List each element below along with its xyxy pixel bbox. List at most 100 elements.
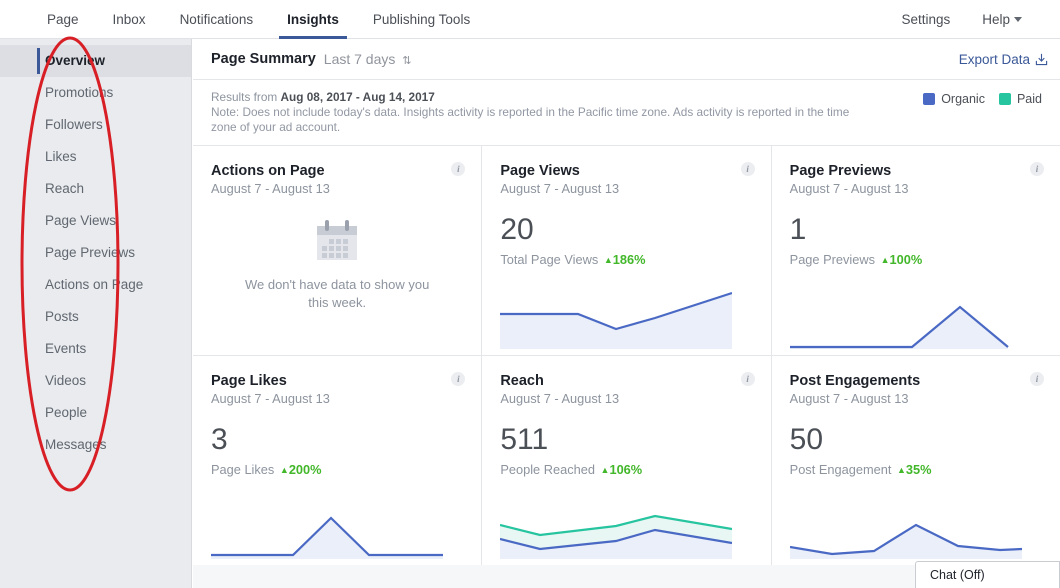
sidebar-item-label: Followers: [45, 117, 103, 132]
page-title: Page Summary: [211, 51, 316, 67]
nav-right-group: Settings Help: [885, 0, 1060, 39]
insights-main-content: Page Summary Last 7 days ⇅ Export Data R…: [193, 39, 1060, 588]
card-metric: Page Likes ▲200%: [211, 462, 463, 477]
legend-item-organic: Organic: [923, 92, 985, 106]
sidebar-item-messages[interactable]: Messages: [0, 429, 191, 461]
tab-insights-label: Insights: [287, 11, 339, 27]
sidebar-item-followers[interactable]: Followers: [0, 109, 191, 141]
info-icon[interactable]: i: [1030, 162, 1044, 176]
card-value: 3: [211, 423, 228, 456]
delta-badge: ▲35%: [897, 462, 932, 477]
sparkline-page-likes: [211, 516, 443, 559]
results-date-line: Results from Aug 08, 2017 - Aug 14, 2017: [211, 90, 1042, 105]
chat-label: Chat (Off): [930, 568, 985, 582]
metric-card-reach[interactable]: i Reach August 7 - August 13 511 People …: [482, 356, 771, 565]
card-metric-label: Page Likes: [211, 462, 275, 477]
results-info-bar: Results from Aug 08, 2017 - Aug 14, 2017…: [193, 80, 1060, 146]
metric-card-page-views[interactable]: i Page Views August 7 - August 13 20 Tot…: [482, 146, 771, 355]
sidebar-item-label: Messages: [45, 437, 107, 452]
info-icon[interactable]: i: [740, 162, 755, 176]
sidebar-item-label: People: [45, 405, 88, 420]
info-icon[interactable]: i: [1030, 372, 1044, 386]
arrow-up-icon: ▲: [279, 465, 289, 475]
delta-value: 106%: [609, 462, 643, 477]
tab-notifications[interactable]: Notifications: [163, 0, 271, 39]
tab-publishing-tools[interactable]: Publishing Tools: [356, 0, 487, 39]
card-title: Page Previews: [789, 163, 892, 179]
date-range-label: Last 7 days: [323, 51, 396, 67]
legend-item-paid: Paid: [998, 92, 1042, 106]
sidebar-item-label: Posts: [45, 309, 79, 324]
tab-publishing-tools-label: Publishing Tools: [372, 11, 471, 27]
card-metric: People Reached ▲106%: [500, 462, 752, 477]
card-subtitle: August 7 - August 13: [211, 181, 330, 196]
card-value: 511: [500, 423, 549, 456]
tab-insights[interactable]: Insights: [270, 0, 356, 39]
metric-card-post-engagements[interactable]: i Post Engagements August 7 - August 13 …: [771, 356, 1060, 565]
chat-bar[interactable]: Chat (Off): [915, 561, 1060, 588]
results-note: Note: Does not include today's data. Ins…: [211, 105, 850, 134]
sidebar-item-page-views[interactable]: Page Views: [0, 205, 191, 237]
tab-page[interactable]: Page: [30, 0, 96, 39]
sidebar-item-people[interactable]: People: [0, 397, 191, 429]
metric-card-grid: i Actions on Page August 7 - August 13 W…: [193, 146, 1060, 565]
metric-card-actions-on-page[interactable]: i Actions on Page August 7 - August 13 W…: [193, 146, 482, 355]
sidebar-item-overview[interactable]: Overview: [0, 45, 191, 77]
metric-card-page-likes[interactable]: i Page Likes August 7 - August 13 3 Page…: [193, 356, 482, 565]
export-data-button[interactable]: Export Data: [959, 52, 1048, 67]
sparkline-post-engagements: [789, 523, 1022, 559]
top-navigation-bar: Page Inbox Notifications Insights Publis…: [0, 0, 1060, 39]
sidebar-item-promotions[interactable]: Promotions: [0, 77, 191, 109]
delta-badge: ▲200%: [280, 462, 322, 477]
arrow-up-icon: ▲: [896, 465, 906, 475]
tab-inbox-label: Inbox: [112, 11, 146, 27]
card-subtitle: August 7 - August 13: [500, 391, 620, 406]
card-metric-label: Page Previews: [789, 252, 876, 267]
sidebar-item-label: Videos: [45, 373, 87, 388]
card-title: Page Views: [500, 163, 580, 179]
card-subtitle: August 7 - August 13: [500, 181, 620, 196]
results-date-range: Aug 08, 2017 - Aug 14, 2017: [280, 90, 435, 104]
export-data-label: Export Data: [958, 51, 1030, 67]
download-icon: [1035, 53, 1048, 65]
settings-label: Settings: [901, 11, 951, 27]
sparkline-page-previews: [789, 305, 1009, 349]
sidebar-item-actions-on-page[interactable]: Actions on Page: [0, 269, 191, 301]
chart-legend: Organic Paid: [923, 92, 1042, 106]
card-metric: Total Page Views ▲186%: [500, 252, 752, 267]
tab-inbox[interactable]: Inbox: [96, 0, 163, 39]
card-value: 1: [789, 213, 807, 246]
sidebar-item-reach[interactable]: Reach: [0, 173, 191, 205]
delta-badge: ▲106%: [601, 462, 643, 477]
updown-arrows-icon: ⇅: [402, 55, 412, 67]
card-title: Actions on Page: [211, 163, 325, 179]
delta-badge: ▲100%: [881, 252, 923, 267]
calendar-icon: [317, 220, 358, 260]
insights-sidebar: Overview Promotions Followers Likes Reac…: [0, 39, 192, 588]
card-metric: Page Previews ▲100%: [790, 252, 1042, 267]
sidebar-item-label: Page Previews: [45, 245, 136, 260]
help-menu[interactable]: Help: [966, 0, 1038, 39]
settings-button[interactable]: Settings: [885, 0, 966, 39]
arrow-up-icon: ▲: [603, 255, 613, 265]
results-prefix: Results from: [211, 90, 281, 104]
card-title: Page Likes: [211, 373, 287, 389]
info-icon[interactable]: i: [740, 372, 755, 386]
page-summary-header: Page Summary Last 7 days ⇅ Export Data: [193, 39, 1060, 80]
legend-swatch-paid: [998, 93, 1011, 105]
sidebar-item-likes[interactable]: Likes: [0, 141, 191, 173]
delta-value: 100%: [889, 252, 923, 267]
delta-badge: ▲186%: [604, 252, 646, 267]
sidebar-item-page-previews[interactable]: Page Previews: [0, 237, 191, 269]
tab-page-label: Page: [47, 11, 79, 27]
sidebar-item-posts[interactable]: Posts: [0, 301, 191, 333]
sidebar-item-videos[interactable]: Videos: [0, 365, 191, 397]
card-metric-label: Total Page Views: [500, 252, 599, 267]
metric-card-page-previews[interactable]: i Page Previews August 7 - August 13 1 P…: [771, 146, 1060, 355]
arrow-up-icon: ▲: [880, 255, 890, 265]
card-subtitle: August 7 - August 13: [789, 181, 909, 196]
card-title: Post Engagements: [789, 373, 921, 389]
sidebar-item-events[interactable]: Events: [0, 333, 191, 365]
sidebar-item-label: Reach: [45, 181, 85, 196]
date-range-selector[interactable]: Last 7 days ⇅: [324, 51, 412, 67]
